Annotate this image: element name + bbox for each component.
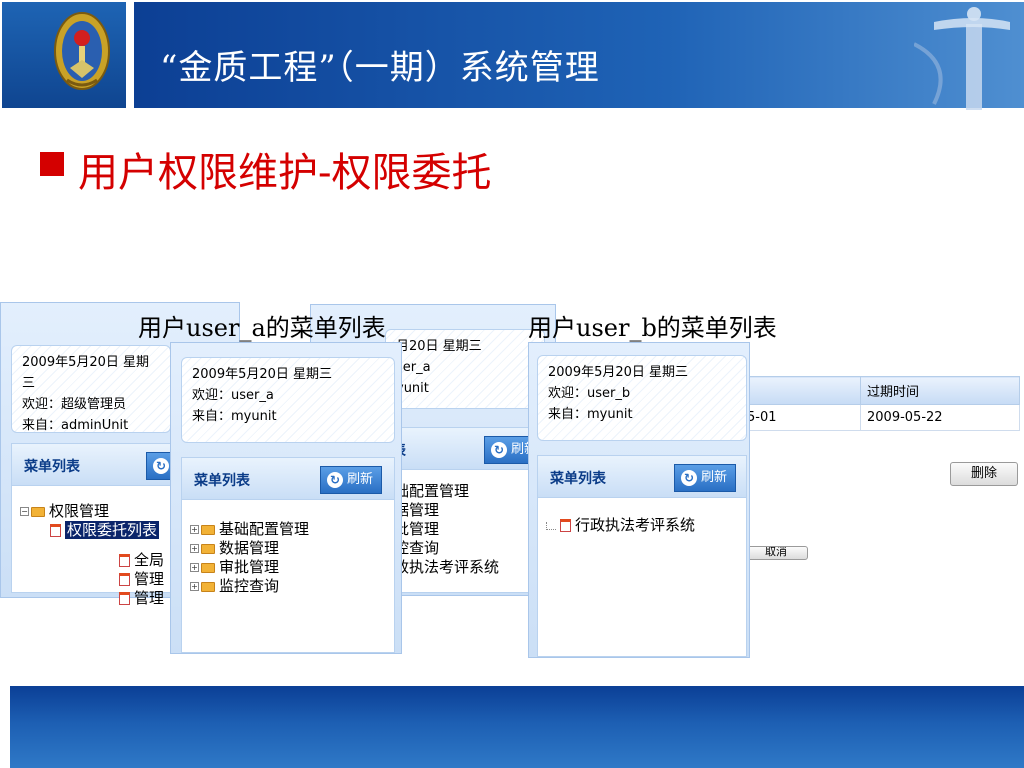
user-a-date: 2009年5月20日 星期三 [192, 367, 333, 382]
user-a-menu-title: 菜单列表 [194, 473, 250, 489]
user-a-welcome: 欢迎：user_a [192, 388, 274, 403]
tree-node-data-management[interactable]: 据管理 [394, 501, 499, 520]
delete-button[interactable]: 删除 [950, 462, 1018, 486]
user-a-refresh-button[interactable]: ↻ 刷新 [320, 466, 382, 494]
admin-info-box: 2009年5月20日 星期三 欢迎：超级管理员 来自：adminUnit [11, 345, 171, 433]
user-b-menu-box: 菜单列表 ↻ 刷新 行政执法考评系统 [537, 455, 747, 657]
user-b-panel: 2009年5月20日 星期三 欢迎：user_b 来自：myunit 菜单列表 … [528, 342, 750, 658]
table-header-expire: 过期时间 [860, 376, 1020, 405]
national-emblem-icon [54, 12, 110, 90]
expand-icon[interactable]: + [190, 544, 199, 553]
user-b-menu-header: 菜单列表 ↻ 刷新 [538, 456, 746, 498]
refresh-icon: ↻ [491, 442, 507, 458]
admin-menu-title: 菜单列表 [24, 459, 80, 475]
user-b-refresh-button[interactable]: ↻ 刷新 [674, 464, 736, 492]
expand-icon[interactable]: + [190, 525, 199, 534]
expand-icon[interactable]: + [190, 563, 199, 572]
admin-menu-tree-lower: 全局 管理 管理 [119, 551, 169, 608]
tree-node-delegation-list[interactable]: 权限委托列表 [20, 521, 180, 540]
slide-footer [10, 686, 1024, 768]
tree-connector [546, 521, 556, 530]
user-b-welcome: 欢迎：user_b [548, 386, 631, 401]
tree-node-base-config[interactable]: 础配置管理 [394, 482, 499, 501]
tree-node-base-config[interactable]: + 基础配置管理 [190, 520, 309, 539]
caption-user-b: 用户user_b的菜单列表 [528, 314, 777, 342]
tree-node-manage-1[interactable]: 管理 [119, 570, 169, 589]
table-row[interactable]: 5-01 2009-05-22 [740, 404, 1020, 431]
back-welcome: ser_a [396, 360, 431, 375]
table-header-start [740, 376, 861, 405]
user-b-menu-tree: 行政执法考评系统 [546, 516, 695, 535]
user-a-menu-header: 菜单列表 ↻ 刷新 [182, 458, 394, 500]
back-info-box: 月20日 星期三 ser_a yunit [385, 329, 545, 409]
tree-node-approval[interactable]: 批管理 [394, 520, 499, 539]
section-title: 用户权限维护-权限委托 [78, 150, 492, 196]
user-a-from: 来自：myunit [192, 409, 277, 424]
slide-header: “金质工程”（一期）系统管理 [0, 0, 1024, 110]
user-b-info-box: 2009年5月20日 星期三 欢迎：user_b 来自：myunit [537, 355, 747, 441]
expand-icon[interactable]: + [190, 582, 199, 591]
refresh-icon: ↻ [681, 470, 697, 486]
page-title: “金质工程”（一期）系统管理 [160, 48, 600, 88]
collapse-icon[interactable]: − [20, 507, 29, 516]
folder-icon [31, 506, 45, 517]
huabiao-pillar-icon [914, 7, 1010, 110]
folder-icon [201, 524, 215, 535]
admin-welcome: 欢迎：超级管理员 [22, 397, 127, 412]
user-b-menu-title: 菜单列表 [550, 471, 606, 487]
tree-node-monitor[interactable]: + 监控查询 [190, 577, 309, 596]
selected-menu-label: 权限委托列表 [65, 521, 160, 539]
document-icon [119, 573, 130, 586]
delegation-table: 过期时间 5-01 2009-05-22 [740, 376, 1020, 431]
refresh-icon: ↻ [153, 458, 169, 474]
tree-node-manage-2[interactable]: 管理 [119, 589, 169, 608]
document-icon [119, 592, 130, 605]
emblem-panel [2, 2, 126, 108]
refresh-icon: ↻ [327, 472, 343, 488]
folder-icon [201, 581, 215, 592]
user-a-menu-box: 菜单列表 ↻ 刷新 + 基础配置管理 + 数据管理 + 审批管理 + 监控查询 [181, 457, 395, 653]
back-menu-tree: 础配置管理 据管理 批管理 控查询 政执法考评系统 [394, 482, 499, 577]
tree-node-global[interactable]: 全局 [119, 551, 169, 570]
back-from: yunit [396, 381, 429, 396]
admin-menu-tree: − 权限管理 权限委托列表 [20, 502, 180, 540]
folder-icon [201, 562, 215, 573]
user-a-menu-tree: + 基础配置管理 + 数据管理 + 审批管理 + 监控查询 [190, 520, 309, 596]
cancel-button[interactable]: 取消 [744, 546, 808, 560]
bullet-square-icon [40, 152, 64, 176]
table-cell-expire: 2009-05-22 [860, 404, 1020, 431]
admin-from: 来自：adminUnit [22, 418, 129, 433]
admin-date: 2009年5月20日 星期三 [22, 355, 150, 391]
tree-node-law-evaluation[interactable]: 政执法考评系统 [394, 558, 499, 577]
caption-user-a: 用户user_a的菜单列表 [138, 314, 386, 342]
tree-node-monitor[interactable]: 控查询 [394, 539, 499, 558]
tree-node-permission-management[interactable]: − 权限管理 [20, 502, 180, 521]
tree-node-law-evaluation[interactable]: 行政执法考评系统 [546, 516, 695, 535]
tree-node-approval[interactable]: + 审批管理 [190, 558, 309, 577]
document-icon [50, 524, 61, 537]
document-icon [119, 554, 130, 567]
back-date: 月20日 星期三 [396, 339, 482, 354]
folder-icon [201, 543, 215, 554]
document-icon [560, 519, 571, 532]
table-header-row: 过期时间 [740, 376, 1020, 405]
user-b-date: 2009年5月20日 星期三 [548, 365, 689, 380]
admin-menu-header: 菜单列表 ↻ [12, 444, 176, 486]
user-b-from: 来自：myunit [548, 407, 633, 422]
tree-node-data-management[interactable]: + 数据管理 [190, 539, 309, 558]
user-a-info-box: 2009年5月20日 星期三 欢迎：user_a 来自：myunit [181, 357, 395, 443]
table-cell-start: 5-01 [740, 404, 861, 431]
user-a-panel: 2009年5月20日 星期三 欢迎：user_a 来自：myunit 菜单列表 … [170, 342, 402, 654]
